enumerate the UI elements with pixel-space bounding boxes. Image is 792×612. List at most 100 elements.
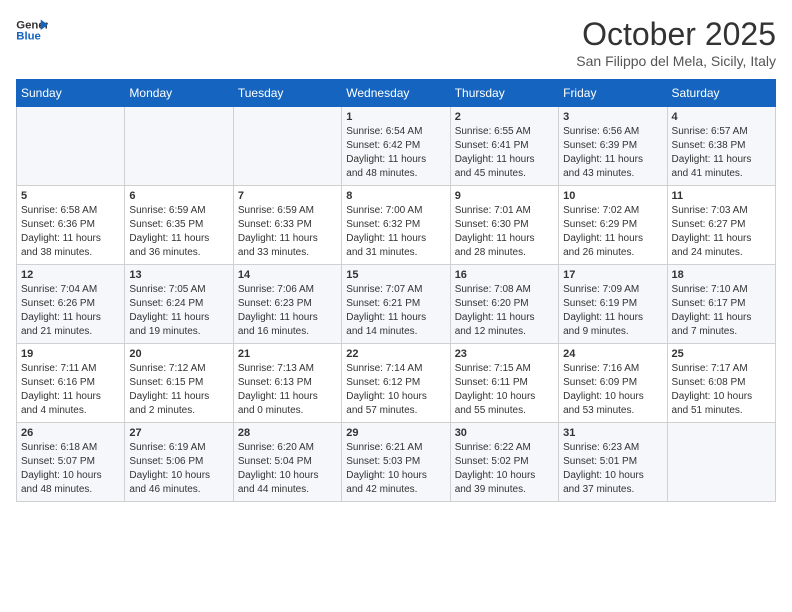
calendar-title: October 2025 — [576, 16, 776, 53]
day-number: 8 — [346, 190, 445, 202]
calendar-day-cell — [233, 107, 341, 186]
calendar-day-cell: 29 Sunrise: 6:21 AM Sunset: 5:03 PM Dayli… — [342, 423, 450, 502]
day-info: Sunrise: 7:13 AM Sunset: 6:13 PM Dayligh… — [238, 362, 337, 418]
day-info: Sunrise: 7:02 AM Sunset: 6:29 PM Dayligh… — [563, 204, 662, 260]
day-info: Sunrise: 6:58 AM Sunset: 6:36 PM Dayligh… — [21, 204, 120, 260]
calendar-day-cell: 14 Sunrise: 7:06 AM Sunset: 6:23 PM Dayli… — [233, 265, 341, 344]
day-number: 20 — [129, 348, 228, 360]
day-number: 4 — [672, 111, 771, 123]
day-info: Sunrise: 6:54 AM Sunset: 6:42 PM Dayligh… — [346, 125, 445, 181]
calendar-day-cell: 25Sunrise: 7:17 AM Sunset: 6:08 PM Dayli… — [667, 344, 775, 423]
day-number: 23 — [455, 348, 554, 360]
svg-text:Blue: Blue — [16, 31, 41, 43]
logo: General Blue — [16, 16, 48, 44]
day-info: Sunrise: 7:11 AM Sunset: 6:16 PM Dayligh… — [21, 362, 120, 418]
day-number: 19 — [21, 348, 120, 360]
calendar-day-cell: 1 Sunrise: 6:54 AM Sunset: 6:42 PM Daylig… — [342, 107, 450, 186]
calendar-day-cell: 7 Sunrise: 6:59 AM Sunset: 6:33 PM Daylig… — [233, 186, 341, 265]
day-info: Sunrise: 7:14 AM Sunset: 6:12 PM Dayligh… — [346, 362, 445, 418]
calendar-day-cell: 13 Sunrise: 7:05 AM Sunset: 6:24 PM Dayli… — [125, 265, 233, 344]
calendar-day-cell: 4 Sunrise: 6:57 AM Sunset: 6:38 PM Daylig… — [667, 107, 775, 186]
calendar-day-cell: 3 Sunrise: 6:56 AM Sunset: 6:39 PM Daylig… — [559, 107, 667, 186]
day-info: Sunrise: 7:06 AM Sunset: 6:23 PM Dayligh… — [238, 283, 337, 339]
calendar-day-cell — [17, 107, 125, 186]
day-info: Sunrise: 6:59 AM Sunset: 6:35 PM Dayligh… — [129, 204, 228, 260]
calendar-day-cell: 30 Sunrise: 6:22 AM Sunset: 5:02 PM Dayli… — [450, 423, 558, 502]
day-info: Sunrise: 7:03 AM Sunset: 6:27 PM Dayligh… — [672, 204, 771, 260]
calendar-day-cell: 5 Sunrise: 6:58 AM Sunset: 6:36 PM Daylig… — [17, 186, 125, 265]
day-number: 24 — [563, 348, 662, 360]
day-number: 28 — [238, 427, 337, 439]
calendar-day-cell: 26 Sunrise: 6:18 AM Sunset: 5:07 PM Dayli… — [17, 423, 125, 502]
day-info: Sunrise: 7:16 AM Sunset: 6:09 PM Dayligh… — [563, 362, 662, 418]
calendar-day-cell: 21 Sunrise: 7:13 AM Sunset: 6:13 PM Dayli… — [233, 344, 341, 423]
calendar-day-cell: 9Sunrise: 7:01 AM Sunset: 6:30 PM Daylig… — [450, 186, 558, 265]
calendar-day-cell: 12Sunrise: 7:04 AM Sunset: 6:26 PM Dayli… — [17, 265, 125, 344]
day-of-week-header: Tuesday — [233, 80, 341, 107]
day-number: 9 — [455, 190, 554, 202]
calendar-day-cell: 22 Sunrise: 7:14 AM Sunset: 6:12 PM Dayli… — [342, 344, 450, 423]
calendar-week-row: 19 Sunrise: 7:11 AM Sunset: 6:16 PM Dayli… — [17, 344, 776, 423]
calendar-day-cell: 17 Sunrise: 7:09 AM Sunset: 6:19 PM Dayli… — [559, 265, 667, 344]
day-number: 17 — [563, 269, 662, 281]
calendar-day-cell: 20Sunrise: 7:12 AM Sunset: 6:15 PM Dayli… — [125, 344, 233, 423]
day-number: 7 — [238, 190, 337, 202]
day-of-week-header: Wednesday — [342, 80, 450, 107]
calendar-week-row: 12Sunrise: 7:04 AM Sunset: 6:26 PM Dayli… — [17, 265, 776, 344]
calendar-week-row: 1 Sunrise: 6:54 AM Sunset: 6:42 PM Daylig… — [17, 107, 776, 186]
day-number: 5 — [21, 190, 120, 202]
day-number: 10 — [563, 190, 662, 202]
calendar-day-cell: 6 Sunrise: 6:59 AM Sunset: 6:35 PM Daylig… — [125, 186, 233, 265]
day-info: Sunrise: 7:00 AM Sunset: 6:32 PM Dayligh… — [346, 204, 445, 260]
day-number: 31 — [563, 427, 662, 439]
day-number: 29 — [346, 427, 445, 439]
day-number: 14 — [238, 269, 337, 281]
day-number: 6 — [129, 190, 228, 202]
day-info: Sunrise: 6:22 AM Sunset: 5:02 PM Dayligh… — [455, 441, 554, 497]
day-number: 26 — [21, 427, 120, 439]
day-info: Sunrise: 6:23 AM Sunset: 5:01 PM Dayligh… — [563, 441, 662, 497]
calendar-day-cell: 2Sunrise: 6:55 AM Sunset: 6:41 PM Daylig… — [450, 107, 558, 186]
calendar-day-cell: 10 Sunrise: 7:02 AM Sunset: 6:29 PM Dayli… — [559, 186, 667, 265]
day-number: 1 — [346, 111, 445, 123]
day-info: Sunrise: 6:57 AM Sunset: 6:38 PM Dayligh… — [672, 125, 771, 181]
calendar-day-cell: 15Sunrise: 7:07 AM Sunset: 6:21 PM Dayli… — [342, 265, 450, 344]
calendar-day-cell: 18Sunrise: 7:10 AM Sunset: 6:17 PM Dayli… — [667, 265, 775, 344]
day-info: Sunrise: 7:09 AM Sunset: 6:19 PM Dayligh… — [563, 283, 662, 339]
day-of-week-header: Sunday — [17, 80, 125, 107]
day-of-week-header: Thursday — [450, 80, 558, 107]
calendar-day-cell: 11 Sunrise: 7:03 AM Sunset: 6:27 PM Dayli… — [667, 186, 775, 265]
calendar-day-cell: 23 Sunrise: 7:15 AM Sunset: 6:11 PM Dayli… — [450, 344, 558, 423]
day-info: Sunrise: 6:21 AM Sunset: 5:03 PM Dayligh… — [346, 441, 445, 497]
day-number: 27 — [129, 427, 228, 439]
day-info: Sunrise: 7:04 AM Sunset: 6:26 PM Dayligh… — [21, 283, 120, 339]
day-number: 3 — [563, 111, 662, 123]
day-number: 11 — [672, 190, 771, 202]
day-info: Sunrise: 6:55 AM Sunset: 6:41 PM Dayligh… — [455, 125, 554, 181]
calendar-day-cell — [667, 423, 775, 502]
day-info: Sunrise: 7:08 AM Sunset: 6:20 PM Dayligh… — [455, 283, 554, 339]
calendar-day-cell: 8 Sunrise: 7:00 AM Sunset: 6:32 PM Daylig… — [342, 186, 450, 265]
day-info: Sunrise: 7:05 AM Sunset: 6:24 PM Dayligh… — [129, 283, 228, 339]
day-info: Sunrise: 6:56 AM Sunset: 6:39 PM Dayligh… — [563, 125, 662, 181]
calendar-day-cell: 19 Sunrise: 7:11 AM Sunset: 6:16 PM Dayli… — [17, 344, 125, 423]
day-number: 30 — [455, 427, 554, 439]
calendar-day-cell — [125, 107, 233, 186]
day-info: Sunrise: 7:15 AM Sunset: 6:11 PM Dayligh… — [455, 362, 554, 418]
calendar-day-cell: 27Sunrise: 6:19 AM Sunset: 5:06 PM Dayli… — [125, 423, 233, 502]
day-number: 13 — [129, 269, 228, 281]
day-number: 22 — [346, 348, 445, 360]
calendar-subtitle: San Filippo del Mela, Sicily, Italy — [576, 53, 776, 69]
page-header: General Blue October 2025 San Filippo de… — [16, 16, 776, 69]
calendar-day-cell: 16Sunrise: 7:08 AM Sunset: 6:20 PM Dayli… — [450, 265, 558, 344]
calendar-day-cell: 31 Sunrise: 6:23 AM Sunset: 5:01 PM Dayli… — [559, 423, 667, 502]
day-info: Sunrise: 7:07 AM Sunset: 6:21 PM Dayligh… — [346, 283, 445, 339]
day-info: Sunrise: 6:18 AM Sunset: 5:07 PM Dayligh… — [21, 441, 120, 497]
day-info: Sunrise: 6:59 AM Sunset: 6:33 PM Dayligh… — [238, 204, 337, 260]
day-of-week-header: Friday — [559, 80, 667, 107]
calendar-day-cell: 24 Sunrise: 7:16 AM Sunset: 6:09 PM Dayli… — [559, 344, 667, 423]
day-number: 21 — [238, 348, 337, 360]
calendar-header-row: SundayMondayTuesdayWednesdayThursdayFrid… — [17, 80, 776, 107]
logo-icon: General Blue — [16, 16, 48, 44]
day-of-week-header: Monday — [125, 80, 233, 107]
